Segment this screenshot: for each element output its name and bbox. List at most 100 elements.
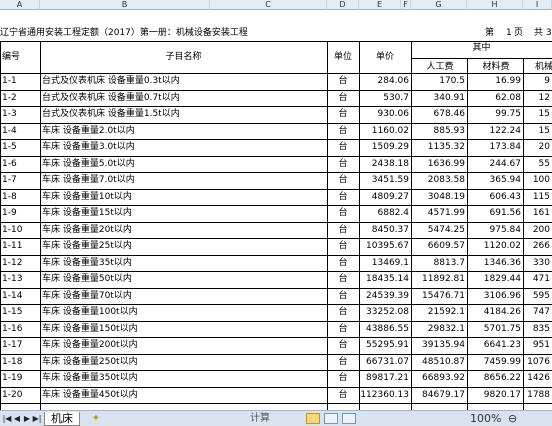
cell-unit[interactable]: 台 xyxy=(327,140,359,155)
cell-unit[interactable]: 台 xyxy=(327,355,359,370)
normal-view-icon[interactable] xyxy=(306,413,320,424)
cell-machine[interactable]: 55 xyxy=(523,157,552,172)
new-sheet-icon[interactable]: ✦ xyxy=(88,412,104,425)
next-sheet-icon[interactable]: ▶ xyxy=(22,413,32,424)
cell-code[interactable]: 1-15 xyxy=(2,305,38,320)
cell-name[interactable]: 台式及仪表机床 设备重量0.7t以内 xyxy=(42,91,325,106)
cell-code[interactable]: 1-3 xyxy=(2,107,38,122)
cell-material[interactable]: 8656.22 xyxy=(467,371,523,386)
cell-name[interactable]: 车床 设备重量35t以内 xyxy=(42,256,325,271)
cell-material[interactable]: 691.56 xyxy=(467,206,523,221)
cell-material[interactable]: 99.75 xyxy=(467,107,523,122)
cell-unit[interactable]: 台 xyxy=(327,272,359,287)
cell-code[interactable]: 1-2 xyxy=(2,91,38,106)
cell-material[interactable]: 7459.99 xyxy=(467,355,523,370)
cell-code[interactable]: 1-6 xyxy=(2,157,38,172)
cell-name[interactable]: 车床 设备重量250t以内 xyxy=(42,355,325,370)
cell-name[interactable]: 车床 设备重量450t以内 xyxy=(42,388,325,403)
cell-price[interactable]: 2438.18 xyxy=(359,157,411,172)
cell-code[interactable]: 1-13 xyxy=(2,272,38,287)
cell-name[interactable]: 车床 设备重量15t以内 xyxy=(42,206,325,221)
cell-code[interactable]: 1-16 xyxy=(2,322,38,337)
cell-unit[interactable]: 台 xyxy=(327,107,359,122)
zoom-out-icon[interactable]: ⊖ xyxy=(508,412,517,426)
cell-material[interactable]: 6641.23 xyxy=(467,338,523,353)
cell-labor[interactable]: 15476.71 xyxy=(411,289,467,304)
cell-code[interactable]: 1-20 xyxy=(2,388,38,403)
cell-machine[interactable]: 1076 xyxy=(523,355,552,370)
cell-labor[interactable]: 2083.58 xyxy=(411,173,467,188)
cell-price[interactable]: 13469.1 xyxy=(359,256,411,271)
cell-price[interactable]: 55295.91 xyxy=(359,338,411,353)
cell-machine[interactable]: 15 xyxy=(523,124,552,139)
cell-price[interactable]: 43886.55 xyxy=(359,322,411,337)
column-header-b[interactable]: B xyxy=(40,0,210,10)
column-header-g[interactable]: G xyxy=(411,0,467,10)
cell-labor[interactable]: 3048.19 xyxy=(411,190,467,205)
cell-labor[interactable]: 29832.1 xyxy=(411,322,467,337)
cell-name[interactable]: 车床 设备重量5.0t以内 xyxy=(42,157,325,172)
cell-material[interactable]: 62.08 xyxy=(467,91,523,106)
cell-machine[interactable]: 1788 xyxy=(523,388,552,403)
cell-code[interactable]: 1-12 xyxy=(2,256,38,271)
column-header-c[interactable]: C xyxy=(210,0,327,10)
cell-unit[interactable]: 台 xyxy=(327,322,359,337)
cell-price[interactable]: 89817.21 xyxy=(359,371,411,386)
cell-labor[interactable]: 39135.94 xyxy=(411,338,467,353)
cell-price[interactable]: 33252.08 xyxy=(359,305,411,320)
cell-labor[interactable]: 8813.7 xyxy=(411,256,467,271)
cell-machine[interactable]: 951 xyxy=(523,338,552,353)
cell-unit[interactable]: 台 xyxy=(327,190,359,205)
cell-material[interactable]: 3106.96 xyxy=(467,289,523,304)
column-header-e[interactable]: E xyxy=(359,0,401,10)
cell-name[interactable]: 车床 设备重量50t以内 xyxy=(42,272,325,287)
cell-material[interactable]: 5701.75 xyxy=(467,322,523,337)
page-break-view-icon[interactable] xyxy=(342,413,356,424)
page-layout-view-icon[interactable] xyxy=(324,413,338,424)
cell-unit[interactable]: 台 xyxy=(327,206,359,221)
cell-unit[interactable]: 台 xyxy=(327,289,359,304)
cell-code[interactable]: 1-17 xyxy=(2,338,38,353)
cell-price[interactable]: 930.06 xyxy=(359,107,411,122)
cell-code[interactable]: 1-10 xyxy=(2,223,38,238)
cell-labor[interactable]: 885.93 xyxy=(411,124,467,139)
cell-labor[interactable]: 1135.32 xyxy=(411,140,467,155)
cell-machine[interactable]: 266 xyxy=(523,239,552,254)
cell-labor[interactable]: 66893.92 xyxy=(411,371,467,386)
cell-material[interactable]: 1829.44 xyxy=(467,272,523,287)
cell-unit[interactable]: 台 xyxy=(327,371,359,386)
cell-price[interactable]: 24539.39 xyxy=(359,289,411,304)
prev-sheet-icon[interactable]: ◀ xyxy=(12,413,22,424)
cell-price[interactable]: 18435.14 xyxy=(359,272,411,287)
cell-labor[interactable]: 340.91 xyxy=(411,91,467,106)
column-header-h[interactable]: H xyxy=(467,0,523,10)
cell-unit[interactable]: 台 xyxy=(327,338,359,353)
cell-material[interactable]: 4184.26 xyxy=(467,305,523,320)
cell-material[interactable]: 975.84 xyxy=(467,223,523,238)
cell-unit[interactable]: 台 xyxy=(327,305,359,320)
cell-machine[interactable]: 835 xyxy=(523,322,552,337)
cell-price[interactable]: 10395.67 xyxy=(359,239,411,254)
cell-machine[interactable]: 115 xyxy=(523,190,552,205)
cell-material[interactable]: 173.84 xyxy=(467,140,523,155)
cell-unit[interactable]: 台 xyxy=(327,239,359,254)
cell-code[interactable]: 1-9 xyxy=(2,206,38,221)
cell-code[interactable]: 1-18 xyxy=(2,355,38,370)
cell-labor[interactable]: 1636.99 xyxy=(411,157,467,172)
column-header-a[interactable]: A xyxy=(0,0,40,10)
cell-machine[interactable]: 100 xyxy=(523,173,552,188)
cell-material[interactable]: 1346.36 xyxy=(467,256,523,271)
cell-code[interactable]: 1-14 xyxy=(2,289,38,304)
sheet-tab[interactable]: 机床 xyxy=(44,412,80,426)
cell-name[interactable]: 台式及仪表机床 设备重量1.5t以内 xyxy=(42,107,325,122)
cell-name[interactable]: 台式及仪表机床 设备重量0.3t以内 xyxy=(42,74,325,89)
cell-unit[interactable]: 台 xyxy=(327,91,359,106)
cell-price[interactable]: 284.06 xyxy=(359,74,411,89)
zoom-level[interactable]: 100% xyxy=(470,412,501,426)
cell-labor[interactable]: 4571.99 xyxy=(411,206,467,221)
cell-labor[interactable]: 678.46 xyxy=(411,107,467,122)
cell-labor[interactable]: 6609.57 xyxy=(411,239,467,254)
cell-machine[interactable]: 200 xyxy=(523,223,552,238)
cell-name[interactable]: 车床 设备重量70t以内 xyxy=(42,289,325,304)
cell-labor[interactable]: 21592.1 xyxy=(411,305,467,320)
